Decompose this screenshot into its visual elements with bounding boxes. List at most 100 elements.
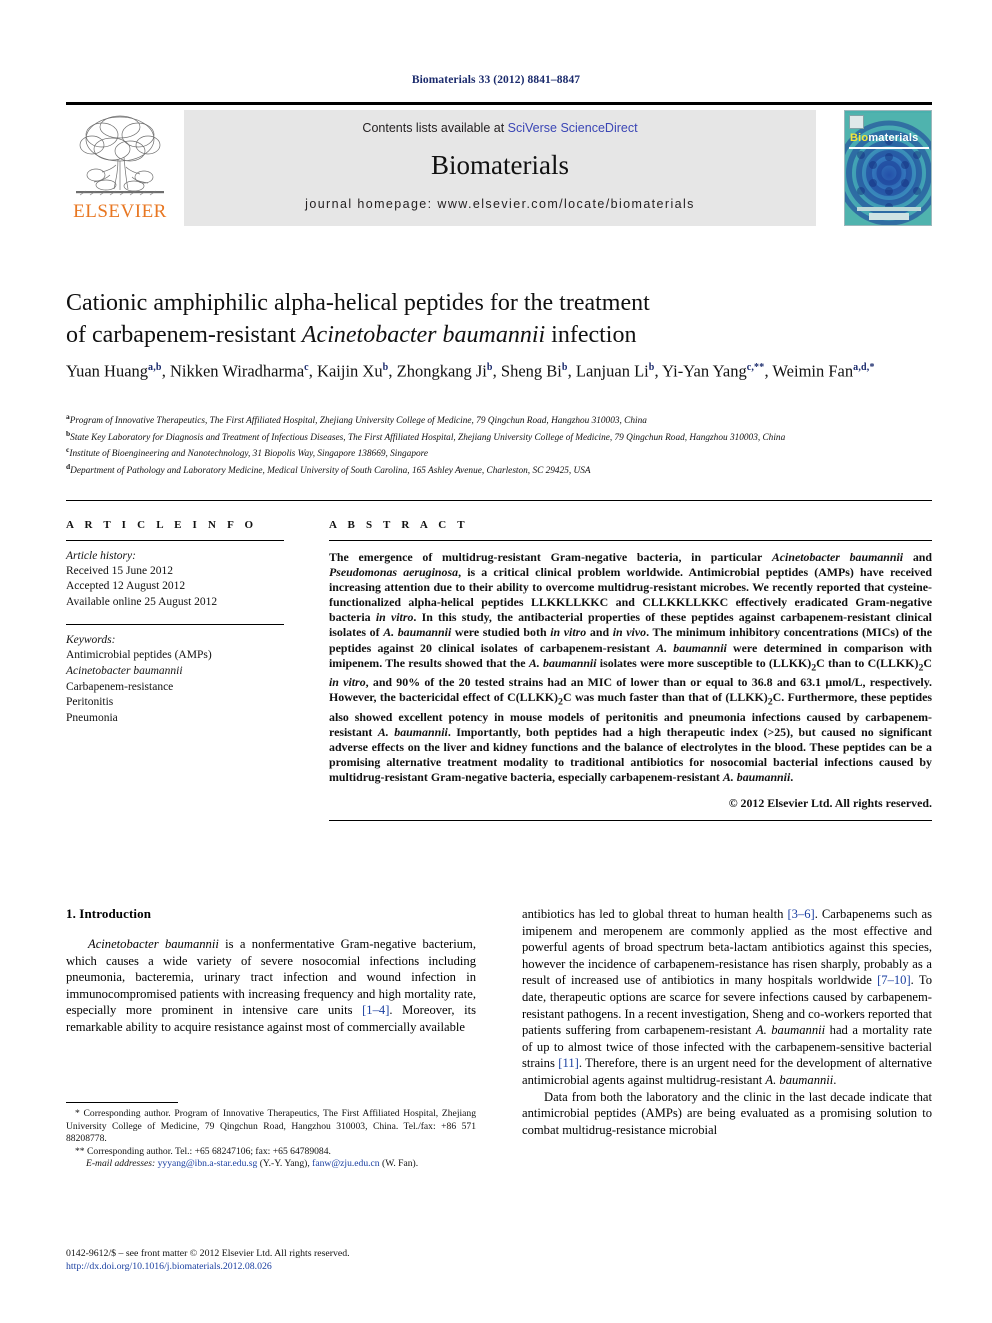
keywords-rule	[66, 623, 284, 625]
author-name: Sheng Bi	[500, 361, 562, 381]
abstract-text: The emergence of multidrug-resistant Gra…	[329, 550, 932, 785]
masthead-banner: Contents lists available at SciVerse Sci…	[184, 110, 816, 226]
email-owner-yang: (Y.-Y. Yang),	[259, 1158, 310, 1170]
italic-term: in vitro	[375, 610, 414, 625]
title-line-2-post: infection	[545, 322, 637, 348]
email-link-fan[interactable]: fanw@zju.edu.cn	[312, 1158, 379, 1169]
author-name: Yi-Yan Yang	[662, 361, 747, 381]
affiliation-item: cInstitute of Bioengineering and Nanotec…	[66, 445, 429, 460]
cover-elsevier-mark	[849, 115, 864, 129]
author-affiliation-marker: a,b	[148, 362, 162, 373]
abstract-heading: A B S T R A C T	[329, 519, 469, 531]
author-name: Weimin Fan	[772, 361, 854, 381]
citation-ref[interactable]: [1–4]	[362, 1003, 389, 1017]
keyword-item: Acinetobacter baumannii	[66, 665, 183, 677]
paper-page: Biomaterials 33 (2012) 8841–8847 ELSEVIE…	[0, 0, 992, 1323]
contents-line: Contents lists available at SciVerse Sci…	[184, 121, 816, 135]
info-block-top-rule	[66, 500, 932, 501]
email-link-yang[interactable]: yyyang@ibn.a-star.edu.sg	[158, 1158, 258, 1169]
italic-term: Acinetobacter baumannii	[88, 937, 219, 951]
author-affiliation-marker: c	[304, 362, 309, 373]
cover-title-materials: materials	[868, 132, 919, 144]
author-name: Kaijin Xu	[317, 361, 383, 381]
keyword-item: Pneumonia	[66, 711, 118, 724]
email-owner-fan: (W. Fan).	[382, 1158, 419, 1170]
author-name: Zhongkang Ji	[396, 361, 487, 381]
journal-title: Biomaterials	[431, 150, 569, 180]
author-affiliation-marker: b	[486, 362, 493, 373]
running-head: Biomaterials 33 (2012) 8841–8847	[411, 74, 581, 86]
author-name: Yuan Huang	[66, 361, 149, 381]
cover-footer-plate	[869, 213, 909, 220]
contents-prefix: Contents lists available at	[362, 121, 508, 135]
email-label: E-mail addresses:	[86, 1158, 156, 1170]
italic-term: A. baumannii	[765, 1072, 834, 1087]
elsevier-logo: ELSEVIER	[66, 109, 174, 227]
keyword-item: Antimicrobial peptides (AMPs)	[66, 649, 212, 662]
intro-paragraph-left: Acinetobacter baumannii is a nonfermenta…	[66, 937, 476, 1034]
journal-masthead: ELSEVIER Contents lists available at Sci…	[66, 102, 932, 230]
author-affiliation-marker: b	[648, 362, 655, 373]
author-affiliation-marker: a,d,*	[853, 362, 875, 373]
article-history-label: Article history:	[66, 550, 136, 562]
citation-ref[interactable]: [3–6]	[787, 907, 814, 921]
italic-term: A. baumannii	[656, 640, 727, 655]
body-column-left: 1. Introduction Acinetobacter baumannii …	[66, 906, 476, 1036]
article-history: Article history: Received 15 June 2012 Ac…	[66, 549, 284, 610]
footnote-corresponding-2: ** Corresponding author. Tel.: +65 68247…	[75, 1145, 331, 1157]
italic-term: in vivo	[612, 625, 647, 640]
title-species-italic: Acinetobacter baumannii	[301, 322, 546, 348]
journal-cover-thumbnail: Biomaterials	[844, 110, 932, 226]
affiliation-item: dDepartment of Pathology and Laboratory …	[66, 461, 591, 476]
citation-ref[interactable]: [11]	[558, 1056, 579, 1070]
abstract-copyright: © 2012 Elsevier Ltd. All rights reserved…	[728, 796, 932, 811]
keywords-label: Keywords:	[66, 633, 116, 646]
footnote-block: * Corresponding author. Program of Innov…	[66, 1108, 476, 1171]
elsevier-tree-icon	[72, 109, 168, 201]
sciencedirect-link[interactable]: SciVerse ScienceDirect	[508, 121, 638, 135]
article-history-item: Received 15 June 2012	[66, 565, 173, 578]
article-history-item: Accepted 12 August 2012	[66, 580, 186, 593]
footnote-rule	[66, 1102, 178, 1103]
cover-title: Biomaterials	[850, 132, 918, 144]
issn-block: 0142-9612/$ – see front matter © 2012 El…	[66, 1247, 486, 1273]
intro-paragraph-right-1: antibiotics has led to global threat to …	[522, 907, 932, 1087]
author-affiliation-marker: c,**	[746, 362, 765, 373]
author-name: Lanjuan Li	[575, 361, 649, 381]
intro-paragraph-right-2: Data from both the laboratory and the cl…	[522, 1089, 932, 1137]
affiliation-marker: b	[66, 428, 71, 438]
italic-term: A. baumannii	[755, 1023, 826, 1038]
affiliation-item: bState Key Laboratory for Diagnosis and …	[66, 428, 786, 443]
italic-term: in vitro	[550, 625, 587, 640]
page-title: Cationic amphiphilic alpha-helical pepti…	[66, 287, 896, 351]
footnote-corresponding-1: * Corresponding author. Program of Innov…	[66, 1108, 476, 1145]
masthead-top-rule	[66, 102, 932, 105]
author-list: Yuan Huanga,b, Nikken Wiradharmac, Kaiji…	[66, 361, 875, 381]
italic-term: in vitro	[329, 675, 366, 690]
italic-term: A. baumannii	[383, 625, 452, 640]
affiliation-list: aProgram of Innovative Therapeutics, The…	[66, 411, 946, 477]
italic-term: Pseudomonas aeruginosa	[329, 565, 459, 580]
title-line-2: of carbapenem-resistant Acinetobacter ba…	[66, 319, 896, 351]
article-history-item: Available online 25 August 2012	[66, 595, 218, 608]
title-line-2-pre: of carbapenem-resistant	[66, 322, 302, 348]
citation-ref[interactable]: [7–10]	[877, 973, 911, 987]
cover-footer-text	[857, 207, 921, 211]
cover-rule	[849, 147, 929, 149]
abstract-bottom-rule	[329, 820, 932, 822]
footnote-emails: E-mail addresses: yyyang@ibn.a-star.edu.…	[66, 1158, 476, 1171]
doi-link[interactable]: http://dx.doi.org/10.1016/j.biomaterials…	[66, 1260, 486, 1273]
body-column-right: antibiotics has led to global threat to …	[522, 906, 932, 1138]
italic-term: Acinetobacter baumannii	[771, 550, 904, 564]
author-affiliation-marker: b	[561, 362, 568, 373]
article-info-rule	[66, 540, 284, 541]
italic-term: A. baumannii	[722, 770, 791, 785]
abstract-rule	[329, 540, 932, 541]
journal-homepage[interactable]: journal homepage: www.elsevier.com/locat…	[184, 197, 816, 211]
keyword-item: Peritonitis	[66, 696, 114, 709]
title-line-1: Cationic amphiphilic alpha-helical pepti…	[66, 290, 650, 316]
italic-term: A. baumannii	[377, 724, 448, 739]
affiliation-marker: d	[66, 461, 71, 471]
abstract-column: A B S T R A C T The emergence of multidr…	[329, 519, 932, 822]
author-affiliation-marker: b	[382, 362, 389, 373]
